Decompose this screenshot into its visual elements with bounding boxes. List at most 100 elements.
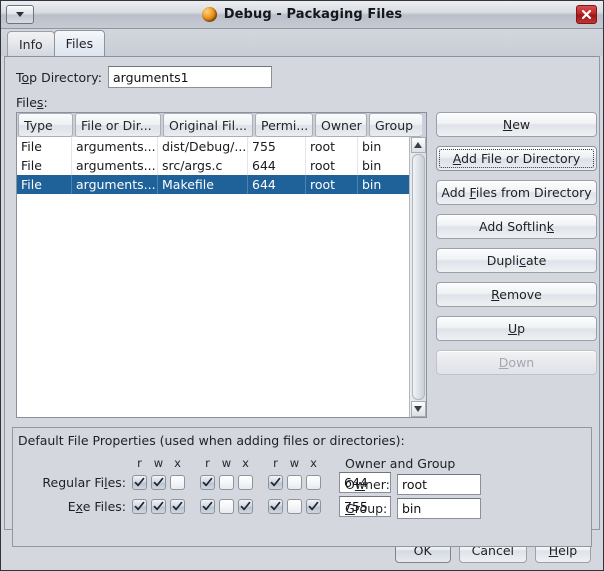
title-bar-center: Debug - Packaging Files [1,1,603,28]
window-title: Debug - Packaging Files [223,7,403,22]
column-header-original-file[interactable]: Original Fil... [163,113,253,137]
scroll-up-button[interactable] [410,137,426,153]
close-icon [581,9,592,20]
arrow-up-icon [414,142,422,148]
top-directory-value: arguments1 [113,69,189,85]
permission-checkbox-r[interactable] [200,499,215,514]
permission-checkbox-x[interactable] [306,499,321,514]
column-header-group[interactable]: Group [369,113,422,137]
permission-checkbox-w[interactable] [219,499,234,514]
permission-checkbox-w[interactable] [287,475,302,490]
new-button[interactable]: New [436,112,597,137]
exe-files-label: Exe Files: [67,499,126,514]
cell-file: arguments... [72,175,158,194]
permission-header-group-group: r w x [198,456,255,470]
tab-files[interactable]: Files [53,30,106,56]
regular-group-checks [198,475,255,490]
permission-checkbox-r[interactable] [132,475,147,490]
cell-owner: root [306,156,358,175]
owner-input[interactable]: root [397,474,481,495]
permission-header-group-other: r w x [266,456,323,470]
permission-checkbox-r[interactable] [268,475,283,490]
cell-group: bin [362,139,382,154]
perm-header-w: w [153,456,164,470]
scroll-down-button[interactable] [410,401,426,417]
group-input[interactable]: bin [397,498,481,519]
close-button[interactable] [576,5,597,24]
cell-file: arguments... [72,137,158,156]
regular-owner-checks [130,475,187,490]
down-button: Down [436,350,597,375]
column-header-owner[interactable]: Owner [315,113,367,137]
permission-checkbox-r[interactable] [132,499,147,514]
files-table[interactable]: Type File or Dir... Original Fil... Perm… [16,112,427,418]
perm-header-x: x [310,456,317,470]
scrollbar-thumb[interactable] [411,154,425,400]
permission-checkbox-x[interactable] [170,475,185,490]
cell-perm: 644 [248,156,306,175]
add-files-from-directory-button[interactable]: Add Files from Directory [436,180,597,205]
permission-checkbox-r[interactable] [200,475,215,490]
permission-headers: r w x r w x r w x [130,456,334,470]
table-row[interactable]: File arguments... dist/Debug/... 755 roo… [17,137,426,156]
cell-owner: root [306,137,358,156]
permission-checkbox-x[interactable] [170,499,185,514]
owner-and-group-title: Owner and Group [345,456,456,471]
cell-file: arguments... [72,156,158,175]
cell-perm: 644 [248,175,306,194]
table-header-row: Type File or Dir... Original Fil... Perm… [17,113,426,137]
permission-checkbox-x[interactable] [306,475,321,490]
owner-label: Owner: [345,477,390,492]
check-icon [172,501,183,511]
table-row-selected[interactable]: File arguments... Makefile 644 root bin [17,175,426,194]
cell-type: File [17,175,72,194]
group-row: Group: bin [345,498,481,519]
column-header-file-or-dir[interactable]: File or Dir... [75,113,161,137]
check-icon [240,501,251,511]
regular-other-checks [266,475,323,490]
add-file-or-directory-button[interactable]: Add File or Directory [436,146,597,171]
cell-owner: root [306,175,358,194]
cell-type: File [17,156,72,175]
check-icon [202,477,213,487]
owner-value: root [402,477,428,492]
column-header-type[interactable]: Type [18,113,73,137]
perm-header-x: x [242,456,249,470]
cell-perm: 755 [248,137,306,156]
files-panel: Top Directory: arguments1 Files: Type Fi… [4,56,600,547]
check-icon [308,501,319,511]
remove-button[interactable]: Remove [436,282,597,307]
files-label: Files: [16,95,48,110]
check-icon [202,501,213,511]
regular-files-label: Regular Files: [42,475,126,490]
permission-checkbox-x[interactable] [238,475,253,490]
permission-checkbox-w[interactable] [219,475,234,490]
group-label: Group: [345,501,388,516]
permission-checkbox-r[interactable] [268,499,283,514]
table-scrollbar[interactable] [409,137,426,417]
table-row[interactable]: File arguments... src/args.c 644 root bi… [17,156,426,175]
permission-checkbox-w[interactable] [151,475,166,490]
check-icon [134,477,145,487]
exe-group-checks [198,499,255,514]
exe-files-row: Exe Files: 755 [13,496,391,517]
check-icon [270,501,281,511]
permission-checkbox-x[interactable] [238,499,253,514]
permission-checkbox-w[interactable] [151,499,166,514]
window-menu-button[interactable] [6,5,34,24]
cell-group: bin [362,177,382,192]
add-softlink-button[interactable]: Add Softlink [436,214,597,239]
perm-header-w: w [221,456,232,470]
tab-info[interactable]: Info [7,31,55,56]
permission-checkbox-w[interactable] [287,499,302,514]
up-button[interactable]: Up [436,316,597,341]
tab-strip: Info Files [1,29,603,56]
cell-original: dist/Debug/... [158,137,248,156]
perm-header-x: x [174,456,181,470]
top-directory-input[interactable]: arguments1 [108,66,272,88]
check-icon [270,477,281,487]
duplicate-button[interactable]: Duplicate [436,248,597,273]
arrow-down-icon [414,406,422,412]
dialog-window: Debug - Packaging Files Info Files Top D… [0,0,604,571]
column-header-permissions[interactable]: Permi... [255,113,313,137]
